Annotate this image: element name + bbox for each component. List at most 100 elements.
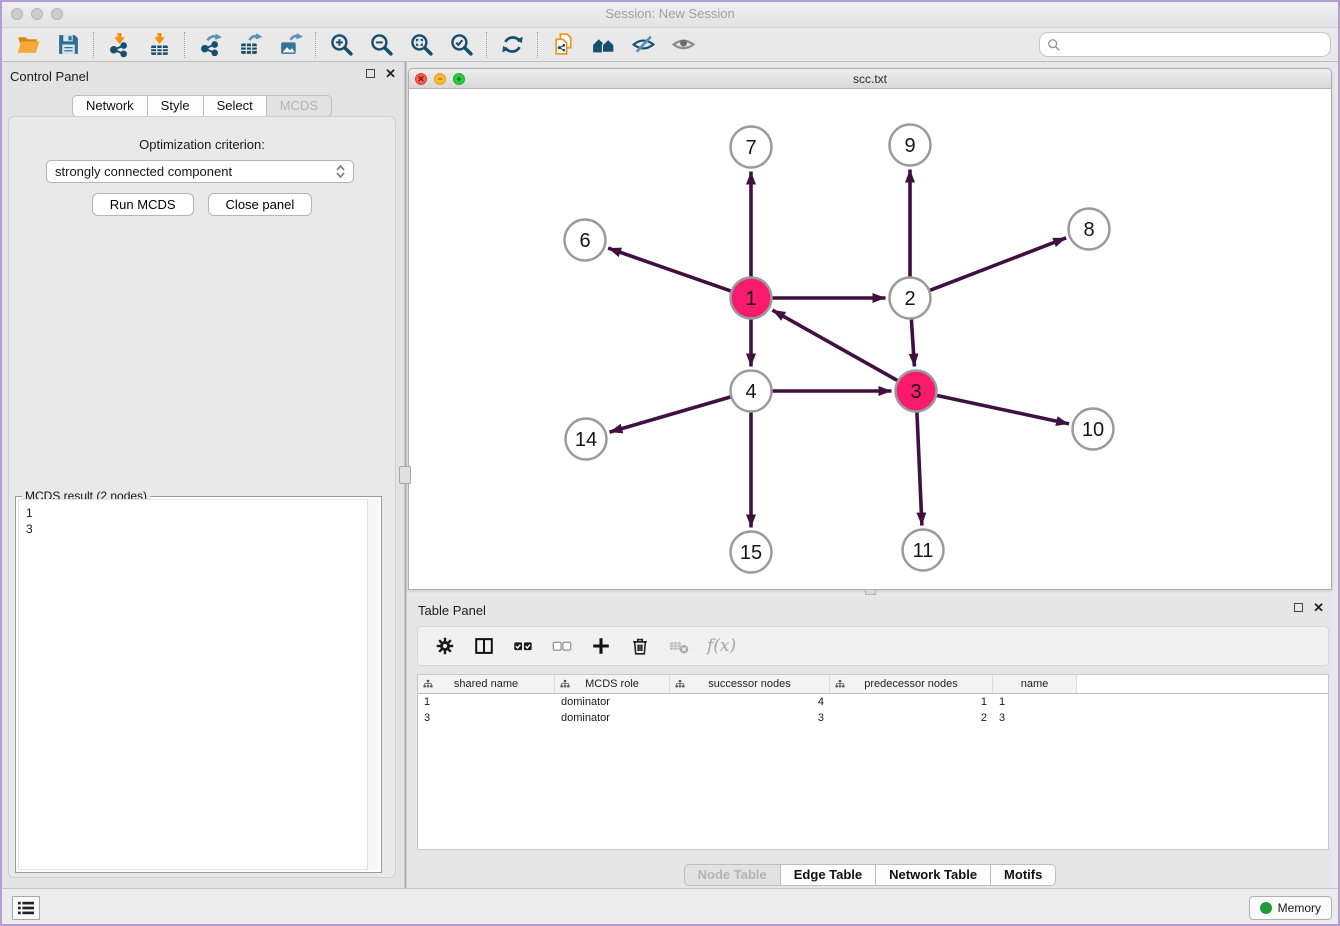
graph-node-6[interactable]: 6 — [565, 220, 606, 261]
svg-text:15: 15 — [740, 542, 762, 564]
graph-edge-3-11[interactable] — [917, 412, 922, 525]
search-input[interactable] — [1061, 38, 1330, 52]
table-body: 1dominator4113dominator323 — [418, 694, 1328, 726]
export-table-button[interactable] — [230, 30, 270, 60]
table-cell: 1 — [418, 694, 555, 710]
zoom-out-button[interactable] — [361, 30, 401, 60]
graph-node-11[interactable]: 11 — [903, 530, 944, 571]
column-header-predecessor-nodes[interactable]: predecessor nodes — [830, 675, 993, 693]
close-panel-button[interactable]: Close panel — [208, 193, 313, 216]
network-canvas[interactable]: 1 2 3 4 6 7 8 9 10 11 14 15 — [409, 89, 1331, 589]
vertical-splitter-handle[interactable] — [399, 466, 411, 484]
memory-label: Memory — [1278, 901, 1321, 915]
result-scrollbar[interactable] — [367, 499, 379, 870]
main-toolbar — [0, 28, 1340, 62]
add-column-icon[interactable] — [590, 635, 612, 657]
show-all-button[interactable] — [663, 30, 703, 60]
graph-node-14[interactable]: 14 — [566, 419, 607, 460]
graph-node-8[interactable]: 8 — [1069, 209, 1110, 250]
graph-edge-4-14[interactable] — [610, 397, 731, 432]
zoom-in-icon — [329, 32, 354, 57]
zoom-fit-button[interactable] — [401, 30, 441, 60]
optimization-criterion-label: Optimization criterion: — [9, 137, 395, 152]
column-header-MCDS-role[interactable]: MCDS role — [555, 675, 670, 693]
svg-text:3: 3 — [910, 381, 921, 403]
select-all-checkboxes-icon[interactable] — [512, 635, 534, 657]
control-panel-header: Control Panel ✕ — [0, 62, 404, 90]
graph-node-4[interactable]: 4 — [731, 371, 772, 412]
graph-node-7[interactable]: 7 — [731, 127, 772, 168]
graph-node-10[interactable]: 10 — [1073, 409, 1114, 450]
close-panel-icon[interactable]: ✕ — [385, 69, 396, 78]
task-history-button[interactable] — [12, 896, 40, 920]
criterion-dropdown[interactable]: strongly connected component — [46, 160, 354, 183]
tab-select[interactable]: Select — [204, 95, 267, 117]
zoom-in-button[interactable] — [321, 30, 361, 60]
tab-network-table[interactable]: Network Table — [876, 864, 991, 886]
tab-motifs[interactable]: Motifs — [991, 864, 1056, 886]
import-table-icon — [147, 32, 172, 57]
float-table-panel-icon[interactable] — [1294, 603, 1303, 612]
mcds-result-box: MCDS result (2 nodes) 1 3 — [15, 496, 382, 873]
search-field[interactable] — [1039, 32, 1331, 57]
svg-text:1: 1 — [745, 288, 756, 310]
table-cell: dominator — [555, 694, 670, 710]
clone-network-button[interactable] — [543, 30, 583, 60]
table-cell: 3 — [418, 710, 555, 726]
split-view-icon[interactable] — [473, 635, 495, 657]
export-image-button[interactable] — [270, 30, 310, 60]
column-header-successor-nodes[interactable]: successor nodes — [670, 675, 830, 693]
delete-column-icon[interactable] — [629, 635, 651, 657]
graph-edge-3-1[interactable] — [772, 310, 897, 380]
import-table-button[interactable] — [139, 30, 179, 60]
import-network-button[interactable] — [99, 30, 139, 60]
search-icon — [1047, 38, 1061, 52]
zoom-fit-icon — [409, 32, 434, 57]
export-table-icon — [238, 32, 263, 57]
table-panel-title: Table Panel — [418, 603, 486, 618]
memory-button[interactable]: Memory — [1249, 896, 1332, 920]
open-session-button[interactable] — [8, 30, 48, 60]
table-row[interactable]: 1dominator411 — [418, 694, 1328, 710]
column-header-shared-name[interactable]: shared name — [418, 675, 555, 693]
tab-node-table[interactable]: Node Table — [684, 864, 781, 886]
graph-node-15[interactable]: 15 — [731, 532, 772, 573]
control-panel: Control Panel ✕ NetworkStyleSelectMCDS O… — [0, 62, 404, 888]
graph-node-3[interactable]: 3 — [896, 371, 937, 412]
tab-network[interactable]: Network — [72, 95, 148, 117]
settings-gear-icon[interactable] — [434, 635, 456, 657]
tab-style[interactable]: Style — [148, 95, 204, 117]
tab-edge-table[interactable]: Edge Table — [781, 864, 876, 886]
svg-text:4: 4 — [745, 381, 756, 403]
criterion-value: strongly connected component — [55, 164, 232, 179]
zoom-selected-button[interactable] — [441, 30, 481, 60]
close-table-panel-icon[interactable]: ✕ — [1313, 603, 1324, 612]
clone-network-icon — [551, 32, 576, 57]
graph-node-1[interactable]: 1 — [731, 278, 772, 319]
graph-edge-1-6[interactable] — [608, 248, 731, 291]
node-table[interactable]: shared nameMCDS rolesuccessor nodesprede… — [417, 674, 1329, 850]
tab-mcds[interactable]: MCDS — [267, 95, 332, 117]
horizontal-splitter-handle[interactable] — [865, 589, 876, 595]
column-header-name[interactable]: name — [993, 675, 1077, 693]
table-row[interactable]: 3dominator323 — [418, 710, 1328, 726]
graph-node-2[interactable]: 2 — [890, 278, 931, 319]
table-panel: Table Panel ✕ — [408, 596, 1332, 888]
home-button[interactable] — [583, 30, 623, 60]
deselect-checkboxes-icon[interactable] — [551, 635, 573, 657]
graph-edge-3-10[interactable] — [937, 396, 1069, 424]
mcds-panel: Optimization criterion: strongly connect… — [8, 116, 396, 878]
toolbar-separator — [537, 32, 538, 58]
refresh-layout-button[interactable] — [492, 30, 532, 60]
graph-node-9[interactable]: 9 — [890, 125, 931, 166]
float-panel-icon[interactable] — [366, 69, 375, 78]
graph-edge-2-3[interactable] — [911, 319, 914, 366]
save-session-button[interactable] — [48, 30, 88, 60]
export-network-button[interactable] — [190, 30, 230, 60]
network-window-titlebar[interactable]: ✕ − + scc.txt — [409, 69, 1331, 89]
control-panel-tabs: NetworkStyleSelectMCDS — [0, 95, 404, 117]
graph-edge-2-8[interactable] — [930, 238, 1066, 290]
hide-selected-button[interactable] — [623, 30, 663, 60]
table-cell: 3 — [670, 710, 830, 726]
run-mcds-button[interactable]: Run MCDS — [92, 193, 194, 216]
